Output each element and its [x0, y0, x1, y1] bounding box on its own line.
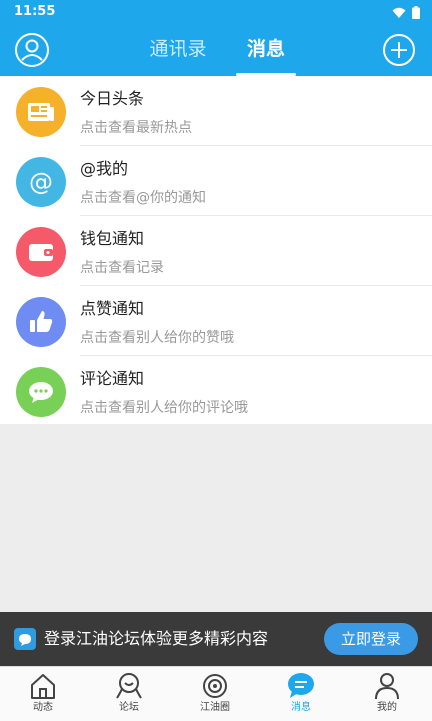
status-bar: 11:55	[0, 0, 432, 24]
login-now-button[interactable]: 立即登录	[324, 623, 418, 655]
nav-label: 消息	[291, 702, 311, 713]
user-icon	[15, 33, 49, 67]
nav-item-forum[interactable]: 论坛	[86, 667, 172, 721]
message-subtitle: 点击查看@你的通知	[80, 190, 206, 206]
nav-label: 我的	[377, 702, 397, 713]
login-prompt-text: 登录江油论坛体验更多精彩内容	[44, 629, 269, 648]
message-title: 钱包通知	[80, 229, 145, 248]
plus-circle-icon	[383, 34, 415, 66]
message-title: 今日头条	[80, 89, 145, 108]
app-header: 通讯录 消息	[0, 24, 432, 76]
message-item-headlines[interactable]: 今日头条 点击查看最新热点	[0, 76, 432, 146]
message-subtitle: 点击查看最新热点	[80, 120, 192, 136]
bottom-nav: 动态 论坛 江油圈 消息 我的	[0, 666, 432, 721]
app-logo-icon	[14, 628, 36, 650]
message-item-mentions[interactable]: @ @我的 点击查看@你的通知	[0, 146, 432, 216]
battery-icon	[412, 6, 420, 19]
wifi-icon	[392, 7, 406, 18]
message-subtitle: 点击查看别人给你的评论哦	[80, 400, 248, 416]
nav-label: 江油圈	[200, 702, 230, 713]
message-item-likes[interactable]: 点赞通知 点击查看别人给你的赞哦	[0, 286, 432, 356]
at-icon: @	[16, 157, 66, 207]
user-avatar-button[interactable]	[14, 32, 50, 68]
nav-item-circle[interactable]: 江油圈	[172, 667, 258, 721]
tab-contacts[interactable]: 通讯录	[138, 24, 218, 76]
thumbs-up-icon	[16, 297, 66, 347]
message-subtitle: 点击查看别人给你的赞哦	[80, 330, 234, 346]
add-button[interactable]	[382, 33, 416, 67]
login-banner: 登录江油论坛体验更多精彩内容 立即登录	[0, 612, 432, 666]
system-icons	[392, 6, 420, 19]
nav-item-messages[interactable]: 消息	[258, 667, 344, 721]
forum-icon	[116, 673, 142, 699]
circle-icon	[203, 674, 227, 698]
svg-text:@: @	[29, 168, 53, 196]
nav-label: 动态	[33, 702, 53, 713]
message-title: 评论通知	[80, 369, 145, 388]
message-item-comments[interactable]: 评论通知 点击查看别人给你的评论哦	[0, 356, 432, 426]
comment-icon	[16, 367, 66, 417]
tab-messages[interactable]: 消息	[236, 24, 296, 76]
message-title: @我的	[80, 159, 129, 178]
wallet-icon	[16, 227, 66, 277]
message-item-wallet[interactable]: 钱包通知 点击查看记录	[0, 216, 432, 286]
status-time: 11:55	[14, 4, 56, 19]
message-list: 今日头条 点击查看最新热点 @ @我的 点击查看@你的通知 钱包通知 点击查看记…	[0, 76, 432, 424]
newspaper-icon	[16, 87, 66, 137]
message-icon	[288, 673, 314, 698]
nav-item-profile[interactable]: 我的	[344, 667, 430, 721]
tab-contacts-label: 通讯录	[149, 38, 207, 60]
nav-item-feed[interactable]: 动态	[0, 667, 86, 721]
tab-messages-label: 消息	[246, 38, 285, 60]
profile-icon	[375, 673, 399, 700]
nav-label: 论坛	[119, 702, 139, 713]
home-icon	[31, 674, 55, 699]
message-subtitle: 点击查看记录	[80, 260, 164, 276]
message-title: 点赞通知	[80, 299, 145, 318]
